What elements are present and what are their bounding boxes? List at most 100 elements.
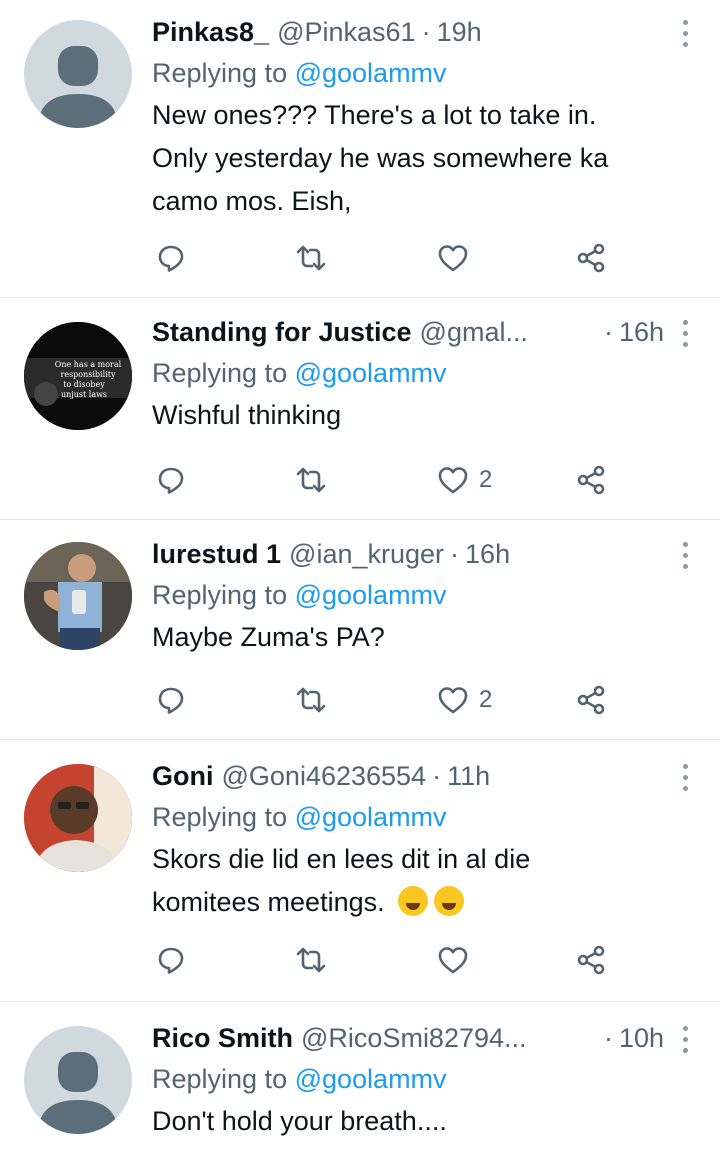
more-options-icon[interactable] xyxy=(678,14,692,54)
replying-to: Replying to @goolammv xyxy=(152,1058,664,1100)
display-name[interactable]: Pinkas8_ xyxy=(152,12,269,52)
rolling-on-floor-laughing-icon xyxy=(398,886,429,916)
display-name[interactable]: Rico Smith xyxy=(152,1018,293,1058)
retweet-icon xyxy=(295,464,327,496)
tweet-text-line: Wishful thinking xyxy=(152,400,342,430)
like-count: 2 xyxy=(479,686,493,713)
user-handle[interactable]: @RicoSmi82794... xyxy=(301,1018,527,1058)
timestamp[interactable]: 10h xyxy=(619,1018,664,1058)
replying-handle-link[interactable]: @goolammv xyxy=(295,58,447,88)
display-name[interactable]: lurestud 1 xyxy=(152,534,281,574)
separator: · xyxy=(603,1023,613,1053)
tweet-text-line: Don't hold your breath.... xyxy=(152,1106,447,1136)
tweet-actions: 2 xyxy=(155,680,625,720)
tweet-text-line: Only yesterday he was somewhere ka xyxy=(152,143,609,173)
user-handle[interactable]: @ian_kruger xyxy=(289,534,444,574)
tweet[interactable]: Goni @Goni46236554 · 11h Replying to @go… xyxy=(0,740,720,1002)
share-icon xyxy=(575,944,607,976)
user-handle[interactable]: @Goni46236554 xyxy=(222,756,427,796)
reply-icon xyxy=(155,944,187,976)
timestamp[interactable]: 11h xyxy=(447,756,490,796)
default-avatar-icon xyxy=(38,1052,118,1134)
like-button[interactable] xyxy=(437,940,479,980)
replying-handle-link[interactable]: @goolammv xyxy=(295,1064,447,1094)
user-handle[interactable]: @gmal... xyxy=(420,312,528,352)
replying-to: Replying to @goolammv xyxy=(152,352,664,394)
retweet-button[interactable] xyxy=(295,460,327,500)
retweet-button[interactable] xyxy=(295,680,327,720)
reply-button[interactable] xyxy=(155,680,187,720)
retweet-icon xyxy=(295,242,327,274)
tweet[interactable]: One has a moral responsibility to disobe… xyxy=(0,298,720,520)
heart-icon xyxy=(437,944,469,976)
share-icon xyxy=(575,464,607,496)
replying-prefix: Replying to xyxy=(152,580,295,610)
svg-text:responsibility: responsibility xyxy=(61,370,116,379)
share-button[interactable] xyxy=(575,238,607,278)
profile-photo xyxy=(24,764,132,872)
tweet-text: Skors die lid en lees dit in al die komi… xyxy=(152,838,664,924)
tweet-header: Rico Smith @RicoSmi82794... · 10h xyxy=(152,1018,664,1058)
tweet-actions: 2 xyxy=(155,460,625,500)
separator: · xyxy=(421,17,431,47)
quote-avatar-image: One has a moral responsibility to disobe… xyxy=(24,322,132,430)
share-button[interactable] xyxy=(575,680,607,720)
share-button[interactable] xyxy=(575,940,607,980)
more-options-icon[interactable] xyxy=(678,758,692,798)
share-button[interactable] xyxy=(575,460,607,500)
replying-handle-link[interactable]: @goolammv xyxy=(295,358,447,388)
tweet-text: Wishful thinking xyxy=(152,394,664,437)
more-options-icon[interactable] xyxy=(678,536,692,576)
retweet-button[interactable] xyxy=(295,238,327,278)
replying-prefix: Replying to xyxy=(152,802,295,832)
user-handle[interactable]: @Pinkas61 xyxy=(277,12,415,52)
tweet-header: Goni @Goni46236554 · 11h xyxy=(152,756,664,796)
tweet-header: Pinkas8_ @Pinkas61 · 19h xyxy=(152,12,664,52)
reply-button[interactable] xyxy=(155,460,187,500)
display-name[interactable]: Standing for Justice xyxy=(152,312,412,352)
reply-button[interactable] xyxy=(155,940,187,980)
like-button[interactable]: 2 xyxy=(437,460,492,500)
avatar[interactable] xyxy=(24,764,132,872)
avatar[interactable]: One has a moral responsibility to disobe… xyxy=(24,322,132,430)
heart-icon xyxy=(437,464,469,496)
tweet[interactable]: lurestud 1 @ian_kruger · 16h Replying to… xyxy=(0,520,720,740)
reply-button[interactable] xyxy=(155,238,187,278)
like-button[interactable]: 2 xyxy=(437,680,492,720)
retweet-button[interactable] xyxy=(295,940,327,980)
replying-to: Replying to @goolammv xyxy=(152,574,664,616)
tweet[interactable]: Pinkas8_ @Pinkas61 · 19h Replying to @go… xyxy=(0,0,720,298)
separator: · xyxy=(603,317,613,347)
tweet[interactable]: Rico Smith @RicoSmi82794... · 10h Replyi… xyxy=(0,1002,720,1152)
tweet-text: Don't hold your breath.... xyxy=(152,1100,664,1143)
more-options-icon[interactable] xyxy=(678,314,692,354)
like-button[interactable] xyxy=(437,238,479,278)
svg-text:to disobey: to disobey xyxy=(63,380,105,389)
share-icon xyxy=(575,684,607,716)
tweet-text-line: Maybe Zuma's PA? xyxy=(152,622,385,652)
replying-prefix: Replying to xyxy=(152,358,295,388)
timestamp[interactable]: 16h xyxy=(465,534,510,574)
replying-handle-link[interactable]: @goolammv xyxy=(295,580,447,610)
timestamp[interactable]: 19h xyxy=(437,12,482,52)
replying-prefix: Replying to xyxy=(152,58,295,88)
svg-text:One has a moral: One has a moral xyxy=(55,360,122,369)
tweet-text-line: komitees meetings. xyxy=(152,881,664,924)
replying-handle-link[interactable]: @goolammv xyxy=(295,802,447,832)
more-options-icon[interactable] xyxy=(678,1020,692,1060)
avatar[interactable] xyxy=(24,1026,132,1134)
separator: · xyxy=(432,761,442,791)
replying-prefix: Replying to xyxy=(152,1064,295,1094)
default-avatar-icon xyxy=(38,46,118,128)
tweet-text-line: New ones??? There's a lot to take in. xyxy=(152,100,597,130)
tweet-text: Maybe Zuma's PA? xyxy=(152,616,664,659)
avatar[interactable] xyxy=(24,20,132,128)
reply-icon xyxy=(155,242,187,274)
avatar[interactable] xyxy=(24,542,132,650)
tweet-header: Standing for Justice @gmal... · 16h xyxy=(152,312,664,352)
separator: · xyxy=(450,539,460,569)
timestamp[interactable]: 16h xyxy=(619,312,664,352)
face-with-tears-of-joy-icon xyxy=(434,886,465,916)
retweet-icon xyxy=(295,944,327,976)
display-name[interactable]: Goni xyxy=(152,756,214,796)
